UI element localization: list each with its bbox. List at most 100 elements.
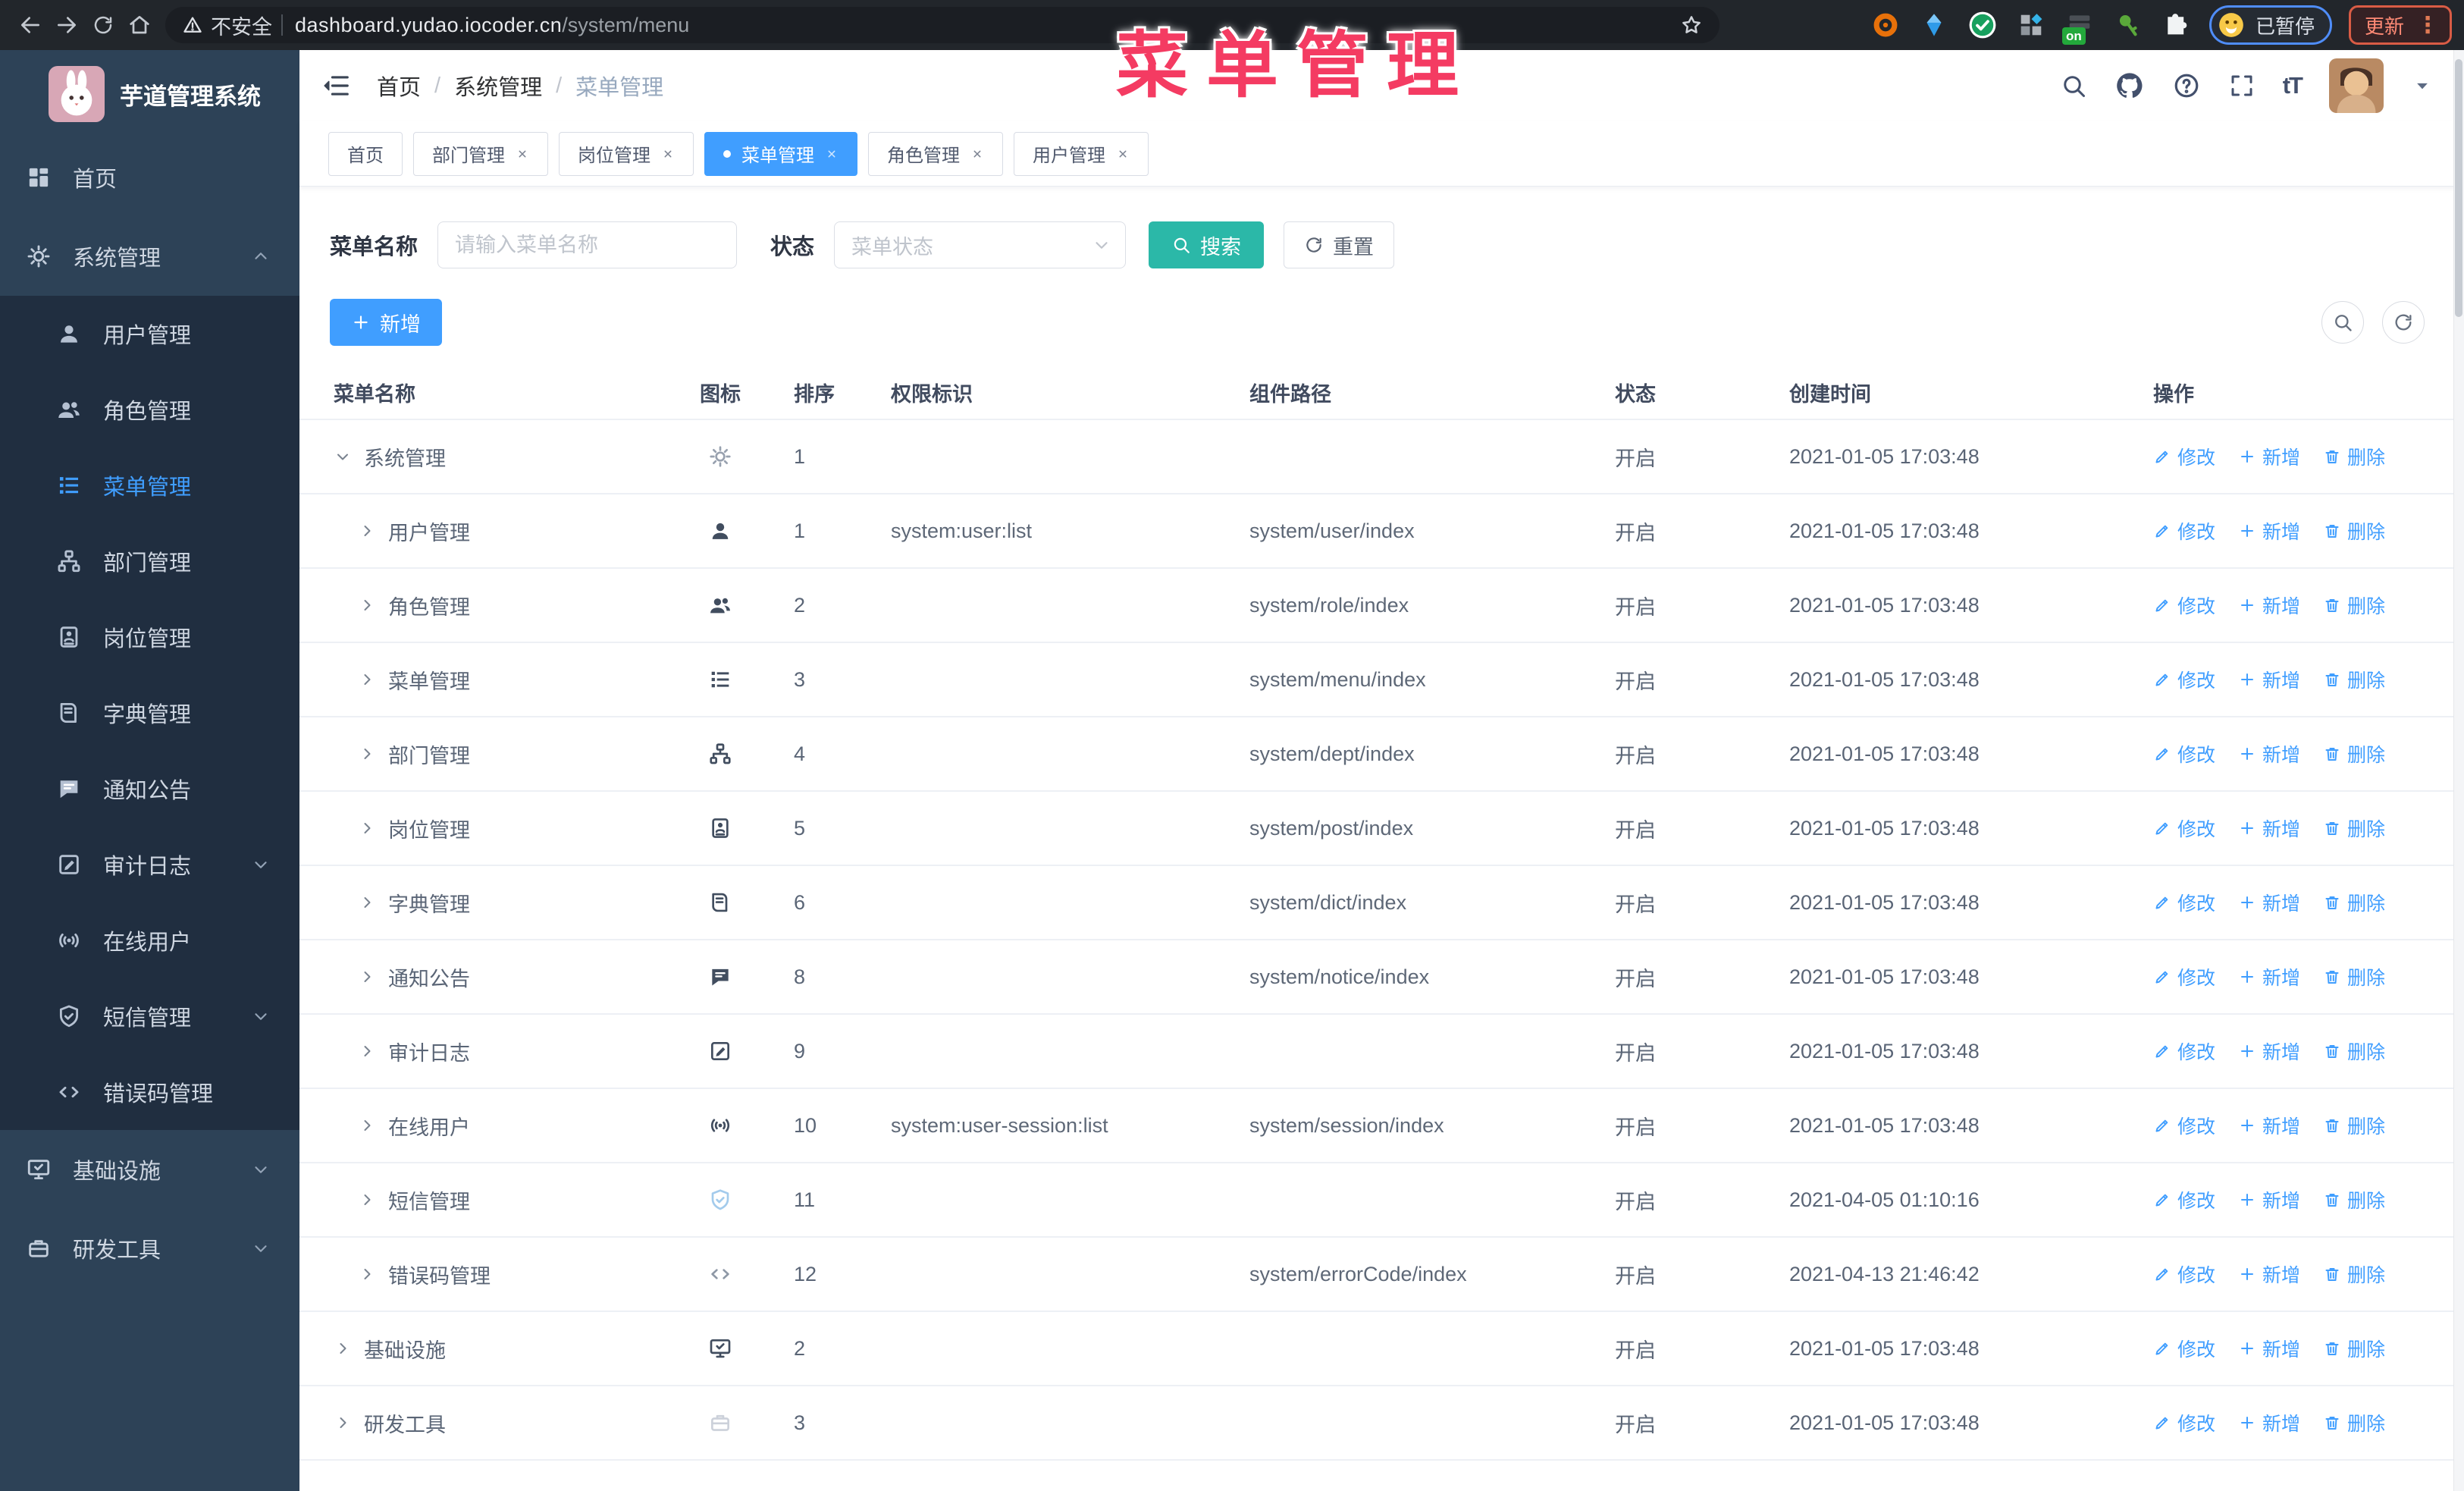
- tab-menu[interactable]: 菜单管理: [704, 131, 857, 176]
- github-icon[interactable]: [2114, 71, 2145, 101]
- sidebar-item-system[interactable]: 系统管理: [0, 217, 299, 296]
- add-action[interactable]: 新增: [2238, 666, 2300, 693]
- edit-action[interactable]: 修改: [2153, 666, 2215, 693]
- add-action[interactable]: 新增: [2238, 815, 2300, 842]
- sidebar-item-dev-tools[interactable]: 研发工具: [0, 1209, 299, 1288]
- edit-action[interactable]: 修改: [2153, 1409, 2215, 1436]
- font-size-icon[interactable]: tT: [2283, 72, 2303, 99]
- sidebar-logo-row[interactable]: 芋道管理系统: [0, 50, 299, 138]
- browser-forward-icon[interactable]: [49, 7, 85, 43]
- toggle-search-button[interactable]: [2321, 301, 2364, 344]
- sidebar-item-infra[interactable]: 基础设施: [0, 1130, 299, 1209]
- edit-action[interactable]: 修改: [2153, 443, 2215, 470]
- browser-back-icon[interactable]: [12, 7, 49, 43]
- tab-dept[interactable]: 部门管理: [413, 131, 548, 176]
- tab-home[interactable]: 首页: [328, 131, 403, 176]
- edit-action[interactable]: 修改: [2153, 1112, 2215, 1139]
- sidebar-item-role[interactable]: 角色管理: [0, 372, 299, 447]
- edit-action[interactable]: 修改: [2153, 815, 2215, 842]
- avatar-caret-down-icon[interactable]: [2411, 74, 2434, 97]
- refresh-table-button[interactable]: [2382, 301, 2425, 344]
- browser-profile-chip[interactable]: 已暂停: [2209, 5, 2332, 45]
- edit-action[interactable]: 修改: [2153, 889, 2215, 916]
- breadcrumb-item[interactable]: 系统管理: [454, 70, 542, 102]
- browser-home-icon[interactable]: [121, 7, 158, 43]
- tab-post[interactable]: 岗位管理: [559, 131, 694, 176]
- edit-action[interactable]: 修改: [2153, 1186, 2215, 1213]
- expand-right-icon[interactable]: [358, 968, 376, 986]
- delete-action[interactable]: 删除: [2323, 815, 2385, 842]
- delete-action[interactable]: 删除: [2323, 1260, 2385, 1288]
- delete-action[interactable]: 删除: [2323, 1335, 2385, 1362]
- expand-right-icon[interactable]: [334, 1339, 352, 1358]
- add-action[interactable]: 新增: [2238, 1037, 2300, 1065]
- sidebar-item-sms[interactable]: 短信管理: [0, 978, 299, 1054]
- expand-right-icon[interactable]: [358, 1191, 376, 1209]
- delete-action[interactable]: 删除: [2323, 666, 2385, 693]
- sidebar-item-user[interactable]: 用户管理: [0, 296, 299, 372]
- add-action[interactable]: 新增: [2238, 889, 2300, 916]
- browser-update-button[interactable]: 更新 ⋮: [2348, 5, 2452, 45]
- delete-action[interactable]: 删除: [2323, 1186, 2385, 1213]
- close-tab-icon[interactable]: [970, 147, 984, 161]
- expand-right-icon[interactable]: [358, 819, 376, 837]
- sidebar-item-notice[interactable]: 通知公告: [0, 751, 299, 827]
- expand-right-icon[interactable]: [358, 670, 376, 689]
- reset-button[interactable]: 重置: [1284, 221, 1395, 268]
- expand-right-icon[interactable]: [358, 1042, 376, 1060]
- extension-green-check-icon[interactable]: [1967, 9, 1998, 41]
- add-button[interactable]: 新增: [330, 299, 442, 346]
- edit-action[interactable]: 修改: [2153, 517, 2215, 545]
- add-action[interactable]: 新增: [2238, 1260, 2300, 1288]
- sidebar-item-menu[interactable]: 菜单管理: [0, 447, 299, 523]
- close-tab-icon[interactable]: [825, 147, 839, 161]
- add-action[interactable]: 新增: [2238, 1409, 2300, 1436]
- collapse-sidebar-icon[interactable]: [322, 71, 351, 100]
- breadcrumb-item[interactable]: 首页: [377, 70, 421, 102]
- delete-action[interactable]: 删除: [2323, 1409, 2385, 1436]
- delete-action[interactable]: 删除: [2323, 1037, 2385, 1065]
- add-action[interactable]: 新增: [2238, 963, 2300, 990]
- sidebar-item-error-code[interactable]: 错误码管理: [0, 1054, 299, 1130]
- extension-dark-on-icon[interactable]: on: [2061, 9, 2096, 45]
- add-action[interactable]: 新增: [2238, 592, 2300, 619]
- add-action[interactable]: 新增: [2238, 1186, 2300, 1213]
- sidebar-item-home[interactable]: 首页: [0, 138, 299, 217]
- expand-right-icon[interactable]: [358, 745, 376, 763]
- add-action[interactable]: 新增: [2238, 1112, 2300, 1139]
- extension-orange-ring-icon[interactable]: [1870, 9, 1901, 41]
- expand-down-icon[interactable]: [334, 447, 352, 466]
- url-bar[interactable]: 不安全 dashboard.yudao.iocoder.cn/system/me…: [165, 7, 1719, 43]
- close-tab-icon[interactable]: [1116, 147, 1130, 161]
- close-tab-icon[interactable]: [661, 147, 675, 161]
- tab-user[interactable]: 用户管理: [1014, 131, 1149, 176]
- help-icon[interactable]: [2172, 71, 2201, 100]
- sidebar-item-online-user[interactable]: 在线用户: [0, 902, 299, 978]
- window-scrollbar[interactable]: [2453, 50, 2464, 1491]
- expand-right-icon[interactable]: [334, 1414, 352, 1432]
- delete-action[interactable]: 删除: [2323, 443, 2385, 470]
- edit-action[interactable]: 修改: [2153, 1037, 2215, 1065]
- sidebar-item-dict[interactable]: 字典管理: [0, 675, 299, 751]
- expand-right-icon[interactable]: [358, 522, 376, 540]
- menu-name-input[interactable]: [437, 221, 738, 268]
- add-action[interactable]: 新增: [2238, 517, 2300, 545]
- sidebar-item-post[interactable]: 岗位管理: [0, 599, 299, 675]
- delete-action[interactable]: 删除: [2323, 517, 2385, 545]
- extension-green-key-icon[interactable]: [2112, 9, 2144, 41]
- edit-action[interactable]: 修改: [2153, 740, 2215, 767]
- delete-action[interactable]: 删除: [2323, 889, 2385, 916]
- extension-grid-blue-icon[interactable]: [2015, 9, 2047, 41]
- delete-action[interactable]: 删除: [2323, 1112, 2385, 1139]
- add-action[interactable]: 新增: [2238, 740, 2300, 767]
- expand-right-icon[interactable]: [358, 1116, 376, 1135]
- bookmark-star-icon[interactable]: [1680, 14, 1703, 36]
- expand-right-icon[interactable]: [358, 596, 376, 614]
- search-button[interactable]: 搜索: [1149, 221, 1265, 268]
- browser-reload-icon[interactable]: [85, 7, 121, 43]
- add-action[interactable]: 新增: [2238, 1335, 2300, 1362]
- tab-role[interactable]: 角色管理: [868, 131, 1003, 176]
- edit-action[interactable]: 修改: [2153, 1335, 2215, 1362]
- scrollbar-thumb[interactable]: [2455, 59, 2462, 317]
- edit-action[interactable]: 修改: [2153, 1260, 2215, 1288]
